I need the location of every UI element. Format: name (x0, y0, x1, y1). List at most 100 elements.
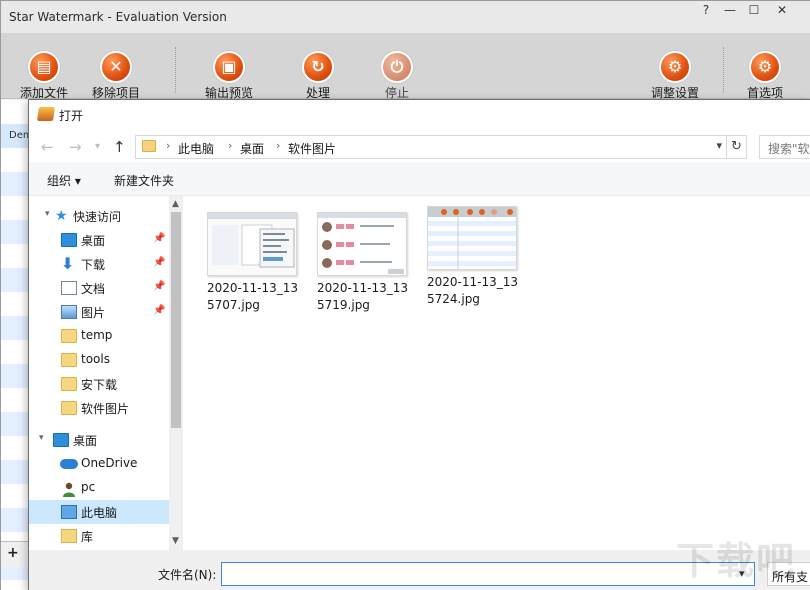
process-button[interactable]: ↻ 处理 (283, 33, 353, 100)
image-thumbnail (317, 212, 407, 276)
add-file-button[interactable]: ▤ 添加文件 (9, 33, 79, 100)
nav-item-label: 快速访问 (73, 210, 122, 224)
remove-item-button[interactable]: ✕ 移除项目 (81, 33, 151, 100)
pin-icon: 📌 (153, 233, 166, 244)
nav-item-onedrive[interactable]: OneDrive (29, 452, 169, 476)
library-icon (61, 529, 77, 543)
nav-item-software-pictures[interactable]: 软件图片 (29, 396, 169, 420)
filename-label: 文件名(N): (158, 568, 217, 582)
nav-item-label: 软件图片 (81, 402, 130, 416)
adjust-settings-icon: ⚙ (659, 51, 691, 83)
app-icon (37, 107, 55, 121)
computer-icon (61, 505, 77, 519)
file-list-header: Dem (1, 124, 29, 148)
cloud-icon (60, 459, 78, 469)
picture-icon (61, 305, 77, 319)
breadcrumb-separator: › (228, 139, 233, 152)
image-thumbnail (207, 212, 297, 276)
dialog-title: 打开 (59, 109, 84, 123)
nav-item-temp[interactable]: temp (29, 324, 169, 348)
folder-icon (61, 353, 77, 367)
file-item[interactable]: 2020-11-13_135724.jpg (423, 202, 519, 312)
toolbar-separator (175, 47, 176, 93)
nav-item-tools[interactable]: tools (29, 348, 169, 372)
nav-item-label: temp (81, 328, 113, 342)
recent-locations-icon[interactable]: ▾ (95, 141, 100, 152)
folder-icon (61, 401, 77, 415)
nav-item-label: 文档 (81, 282, 106, 296)
stop-button[interactable]: ⏻ 停止 (362, 33, 432, 100)
nav-item-label: OneDrive (81, 456, 138, 470)
refresh-icon: ↻ (731, 139, 742, 154)
folder-icon (61, 377, 77, 391)
nav-scrollbar[interactable]: ▲ ▼ (169, 196, 183, 550)
file-name: 2020-11-13_135707.jpg (207, 281, 299, 312)
nav-item-label: 库 (81, 530, 94, 544)
adjust-settings-button[interactable]: ⚙ 调整设置 (640, 33, 710, 100)
nav-item-quick-access[interactable]: ▾ ★ 快速访问 (29, 204, 169, 228)
app-title: Star Watermark - Evaluation Version (9, 10, 227, 24)
output-preview-button[interactable]: ▣ 输出预览 (194, 33, 264, 100)
navigation-pane: ▾ ★ 快速访问 桌面 📌 ⬇ 下载 📌 文档 📌 图片 📌 temp tool… (29, 196, 169, 550)
add-file-icon: ▤ (28, 51, 60, 83)
maximize-button[interactable]: ☐ (743, 3, 765, 19)
refresh-button[interactable]: ↻ (727, 135, 747, 159)
back-arrow-icon[interactable]: ← (41, 138, 54, 156)
organize-button[interactable]: 组织 ▾ (47, 172, 81, 189)
nav-item-anxz[interactable]: 安下载 (29, 372, 169, 396)
dialog-titlebar: 打开 (29, 100, 810, 130)
file-list: 2020-11-13_135707.jpg 2020-11-13_135719.… (185, 196, 810, 550)
address-bar[interactable]: › 此电脑 › 桌面 › 软件图片 ▾ (135, 135, 727, 159)
pin-icon: 📌 (153, 305, 166, 316)
folder-icon (61, 329, 77, 343)
breadcrumb-this-pc[interactable]: 此电脑 (178, 140, 214, 157)
close-button[interactable]: ✕ (771, 3, 793, 19)
breadcrumb-desktop[interactable]: 桌面 (240, 140, 264, 157)
nav-item-pc-user[interactable]: pc (29, 476, 169, 500)
breadcrumb-software-pictures[interactable]: 软件图片 (288, 140, 336, 157)
preferences-button[interactable]: ⚙ 首选项 (730, 33, 800, 100)
forward-arrow-icon[interactable]: → (69, 138, 82, 156)
nav-item-this-pc[interactable]: 此电脑 (29, 500, 169, 524)
new-folder-button[interactable]: 新建文件夹 (114, 172, 174, 189)
search-input[interactable]: 搜索"软 (759, 135, 810, 159)
file-name: 2020-11-13_135719.jpg (317, 281, 409, 312)
nav-item-pictures[interactable]: 图片 📌 (29, 300, 169, 324)
chevron-down-icon[interactable]: ▾ (716, 139, 722, 152)
nav-item-desktop[interactable]: 桌面 📌 (29, 228, 169, 252)
plus-icon[interactable]: + (7, 545, 19, 561)
chevron-down-icon[interactable]: ▾ (39, 433, 44, 443)
navigation-bar: ← → ▾ ↑ › 此电脑 › 桌面 › 软件图片 ▾ ↻ 搜索"软 (29, 130, 810, 162)
document-icon (61, 281, 77, 295)
nav-item-downloads[interactable]: ⬇ 下载 📌 (29, 252, 169, 276)
file-item[interactable]: 2020-11-13_135707.jpg (203, 208, 299, 318)
breadcrumb-separator: › (166, 139, 171, 152)
open-file-dialog: 打开 ← → ▾ ↑ › 此电脑 › 桌面 › 软件图片 ▾ ↻ 搜索"软 组织… (28, 99, 810, 590)
file-item[interactable]: 2020-11-13_135719.jpg (313, 208, 409, 318)
chevron-down-icon[interactable]: ▾ (45, 209, 50, 219)
site-watermark: 下载吧 (676, 539, 797, 583)
nav-item-library[interactable]: 库 (29, 524, 169, 548)
up-arrow-icon[interactable]: ↑ (113, 138, 126, 156)
scroll-up-icon[interactable]: ▲ (172, 199, 179, 209)
nav-item-label: pc (81, 480, 96, 494)
scrollbar-thumb[interactable] (171, 212, 181, 428)
nav-item-label: 桌面 (81, 234, 106, 248)
preferences-icon: ⚙ (749, 51, 781, 83)
pin-icon: 📌 (153, 281, 166, 292)
nav-item-desktop-root[interactable]: ▾ 桌面 (29, 428, 169, 452)
help-button[interactable]: ? (695, 3, 717, 19)
filename-input[interactable] (221, 562, 755, 586)
folder-icon (142, 140, 156, 152)
file-list-strip (1, 100, 29, 590)
desktop-icon (53, 433, 69, 447)
remove-item-icon: ✕ (100, 51, 132, 83)
nav-item-label: 桌面 (73, 434, 98, 448)
star-icon: ★ (55, 208, 68, 224)
scroll-down-icon[interactable]: ▼ (172, 536, 179, 546)
minimize-button[interactable]: — (719, 3, 741, 19)
desktop-icon (61, 233, 77, 247)
file-name: 2020-11-13_135724.jpg (427, 275, 519, 306)
nav-item-documents[interactable]: 文档 📌 (29, 276, 169, 300)
nav-item-label: 此电脑 (81, 506, 118, 520)
